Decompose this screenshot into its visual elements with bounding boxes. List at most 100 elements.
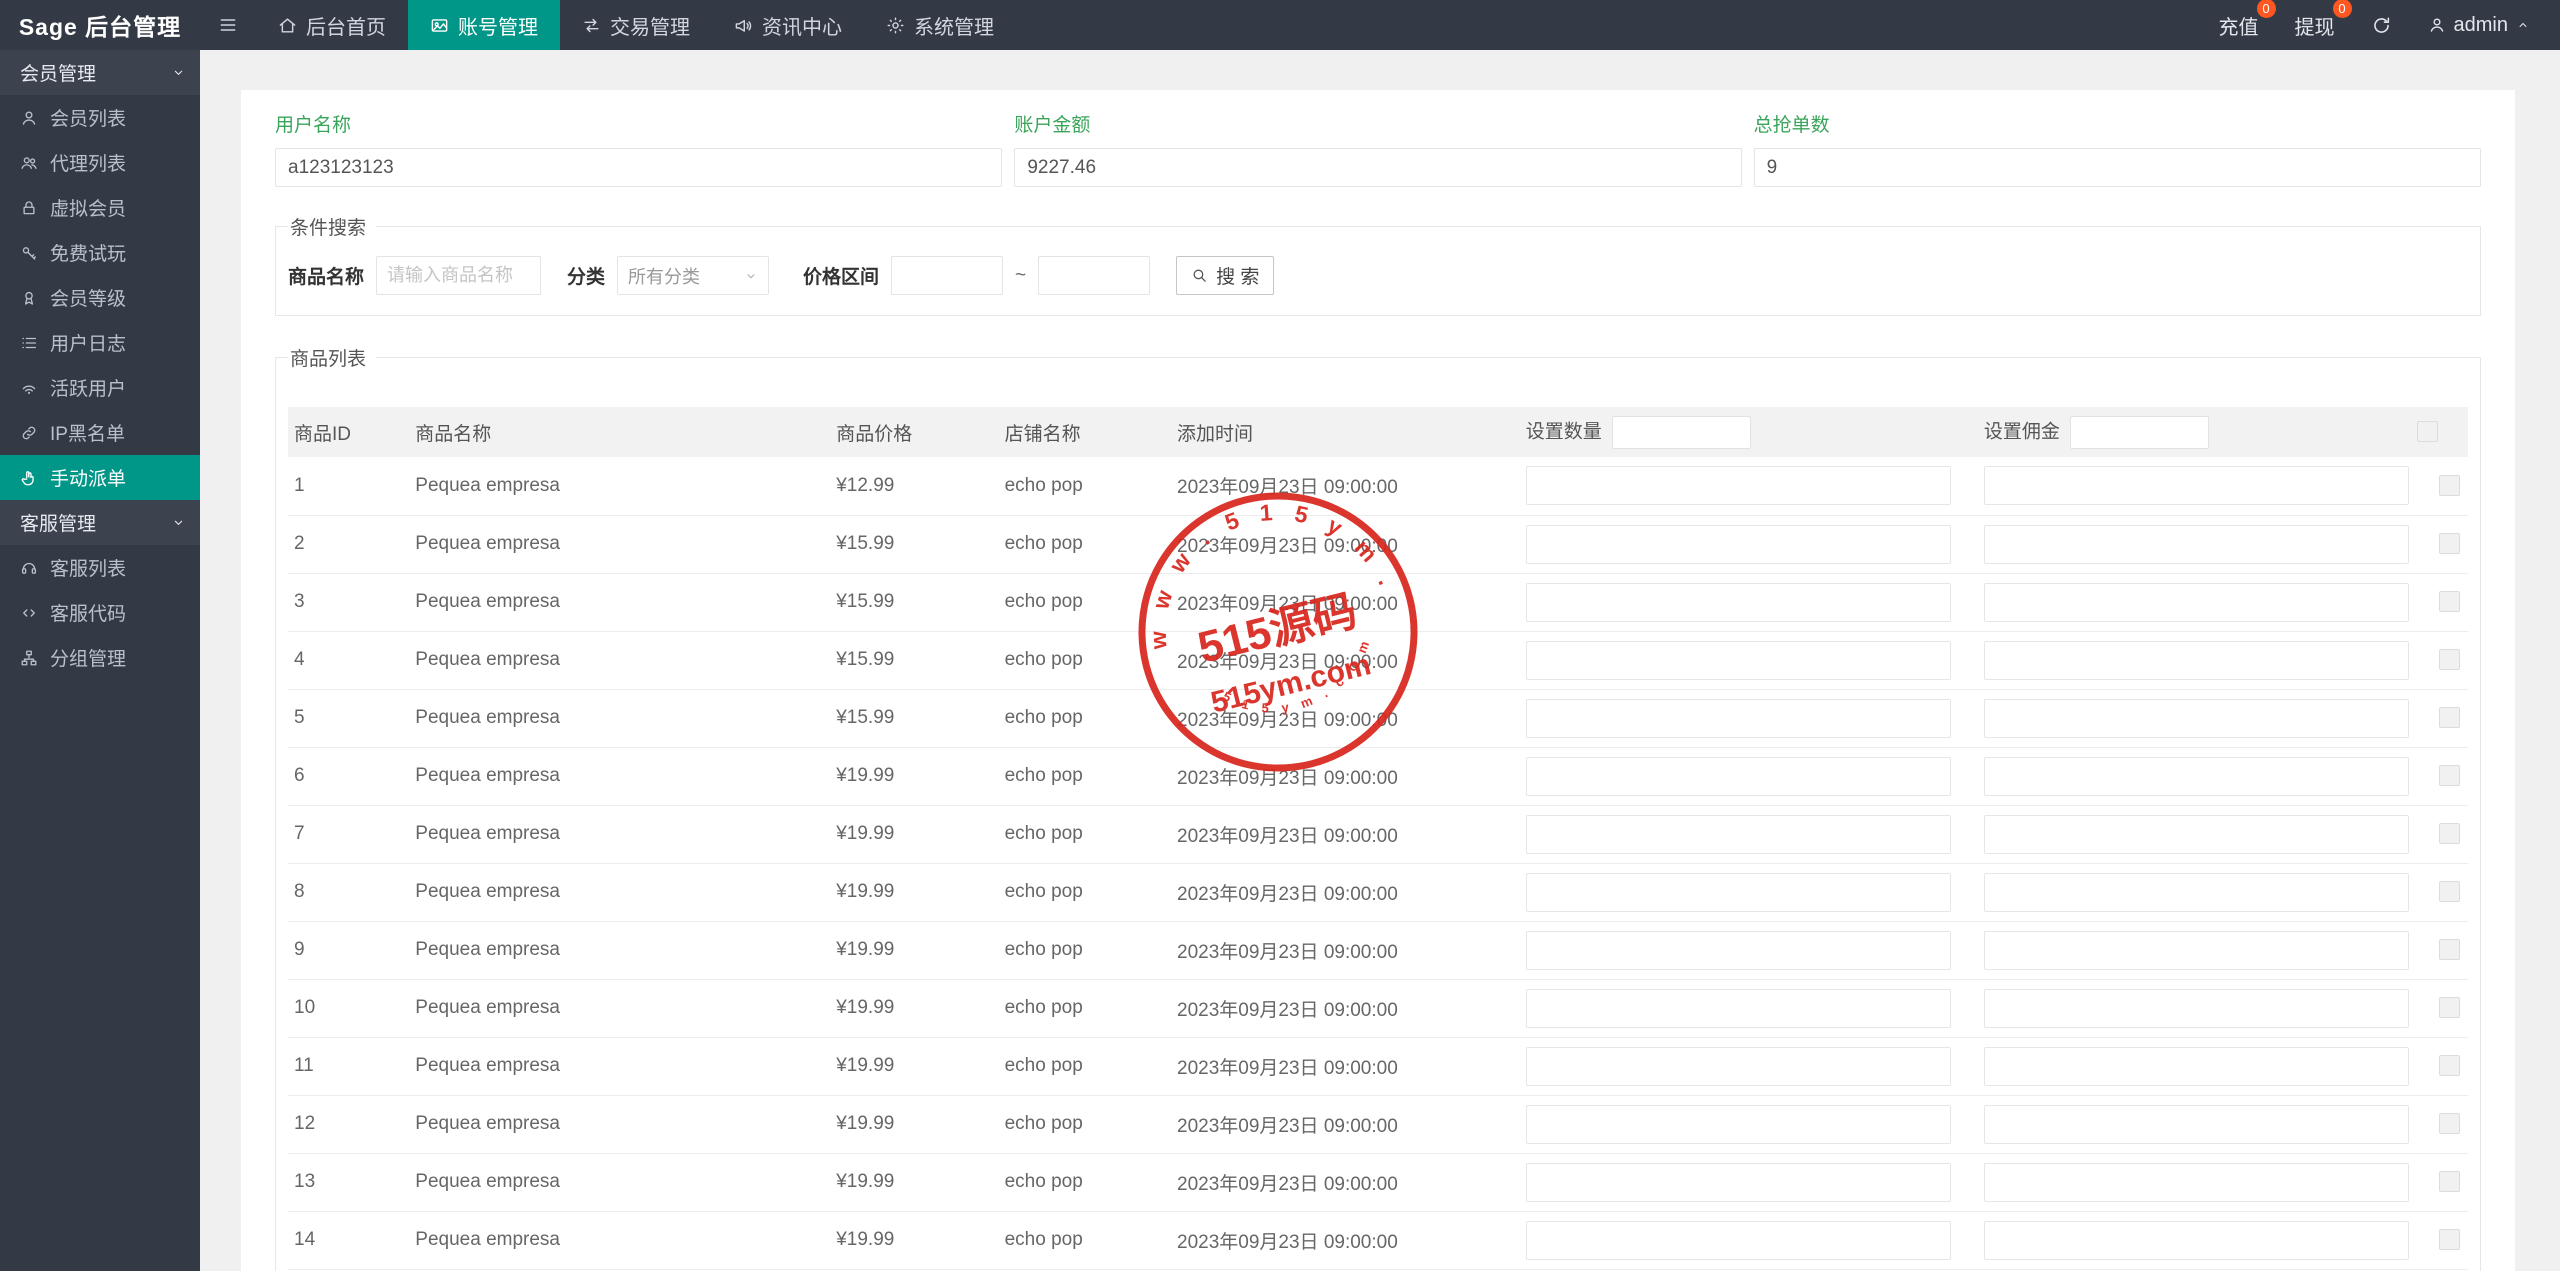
quantity-input[interactable] [1525, 814, 1951, 854]
topnav-item-4[interactable]: 资讯中心 [712, 0, 864, 50]
quantity-input[interactable] [1525, 872, 1951, 912]
person-icon [2430, 18, 2443, 32]
row-checkbox[interactable] [2439, 997, 2460, 1019]
product-name-input[interactable] [376, 256, 542, 295]
cell-add-time: 2023年09月23日 09:00:00 [1175, 515, 1524, 574]
sidebar-group-label: 会员管理 [20, 64, 97, 85]
row-checkbox[interactable] [2439, 533, 2460, 555]
sidebar-item-10[interactable]: 手动派单 [0, 455, 200, 500]
sidebar-item-7[interactable]: 用户日志 [0, 320, 200, 365]
recharge-button[interactable]: 充值 0 [2219, 0, 2276, 40]
username-input[interactable] [275, 148, 1003, 187]
quantity-input[interactable] [1525, 698, 1951, 738]
commission-input[interactable] [1983, 698, 2409, 738]
topnav-item-1[interactable]: 后台首页 [256, 0, 408, 50]
sidebar-item-4[interactable]: 虚拟会员 [0, 185, 200, 230]
user-menu[interactable]: admin [2428, 14, 2530, 37]
quantity-input[interactable] [1525, 930, 1951, 970]
category-caret-slot [744, 269, 758, 283]
quantity-input[interactable] [1525, 582, 1951, 622]
commission-input[interactable] [1983, 524, 2409, 564]
commission-input[interactable] [1983, 1104, 2409, 1144]
total-orders-input[interactable] [1753, 148, 2481, 187]
quantity-input[interactable] [1525, 1220, 1951, 1260]
quantity-input[interactable] [1525, 1104, 1951, 1144]
sidebar-item-6[interactable]: 会员等级 [0, 275, 200, 320]
quantity-input[interactable] [1525, 756, 1951, 796]
cell-add-time: 2023年09月23日 09:00:00 [1175, 1153, 1524, 1212]
cell-product-price: ¥12.99 [834, 457, 1003, 516]
row-checkbox[interactable] [2439, 649, 2460, 671]
col-shop-name: 店铺名称 [1002, 407, 1175, 457]
row-checkbox[interactable] [2439, 939, 2460, 961]
row-checkbox[interactable] [2439, 1229, 2460, 1251]
chevron-down-icon [747, 273, 755, 278]
search-button[interactable]: 搜 索 [1176, 256, 1275, 295]
row-checkbox[interactable] [2439, 591, 2460, 613]
menu-toggle-button[interactable] [200, 0, 256, 50]
sidebar-item-12[interactable]: 客服列表 [0, 545, 200, 590]
sidebar-item-14[interactable]: 分组管理 [0, 635, 200, 680]
sidebar-item-5[interactable]: 免费试玩 [0, 230, 200, 275]
commission-input[interactable] [1983, 872, 2409, 912]
commission-input[interactable] [1983, 582, 2409, 622]
row-checkbox[interactable] [2439, 707, 2460, 729]
quantity-input[interactable] [1525, 1046, 1951, 1086]
system-icon [887, 17, 904, 33]
commission-input[interactable] [1983, 930, 2409, 970]
row-checkbox[interactable] [2439, 1113, 2460, 1135]
link-icon [22, 426, 36, 439]
quantity-input[interactable] [1525, 988, 1951, 1028]
sidebar-item-3[interactable]: 代理列表 [0, 140, 200, 185]
row-checkbox[interactable] [2439, 765, 2460, 787]
product-row-5: 5 Pequea empresa ¥15.99 echo pop 2023年09月23日… [288, 689, 2468, 748]
topnav-item-5[interactable]: 系统管理 [864, 0, 1016, 50]
quantity-input[interactable] [1525, 466, 1951, 506]
set-commission-all-input[interactable] [2069, 415, 2209, 449]
refresh-button[interactable] [2371, 15, 2392, 36]
cell-product-name: Pequea empresa [413, 979, 835, 1038]
row-checkbox[interactable] [2439, 1055, 2460, 1077]
log-icon [22, 337, 37, 348]
sidebar-item-9[interactable]: IP黑名单 [0, 410, 200, 455]
commission-input[interactable] [1983, 814, 2409, 854]
select-all-checkbox[interactable] [2416, 421, 2438, 443]
quantity-input[interactable] [1525, 1162, 1951, 1202]
category-select[interactable]: 所有分类 [617, 256, 770, 295]
topnav-item-3[interactable]: 交易管理 [560, 0, 712, 50]
quantity-input[interactable] [1525, 524, 1951, 564]
row-checkbox[interactable] [2439, 823, 2460, 845]
sidebar-item-13[interactable]: 客服代码 [0, 590, 200, 635]
commission-input[interactable] [1983, 640, 2409, 680]
row-checkbox[interactable] [2439, 1171, 2460, 1193]
cell-product-name: Pequea empresa [413, 515, 835, 574]
price-max-input[interactable] [1038, 256, 1151, 295]
quantity-input[interactable] [1525, 640, 1951, 680]
product-row-8: 8 Pequea empresa ¥19.99 echo pop 2023年09月23日… [288, 863, 2468, 922]
field-username: 用户名称 [275, 110, 1003, 187]
row-checkbox[interactable] [2439, 881, 2460, 903]
headset-icon [21, 562, 37, 574]
commission-input[interactable] [1983, 466, 2409, 506]
cell-add-time: 2023年09月23日 09:00:00 [1175, 573, 1524, 632]
cell-add-time: 2023年09月23日 09:00:00 [1175, 1095, 1524, 1154]
commission-input[interactable] [1983, 756, 2409, 796]
commission-input[interactable] [1983, 1046, 2409, 1086]
price-min-input[interactable] [891, 256, 1004, 295]
sidebar-item-8[interactable]: 活跃用户 [0, 365, 200, 410]
sidebar-item-label: 客服列表 [50, 559, 127, 580]
commission-input[interactable] [1983, 1162, 2409, 1202]
commission-input[interactable] [1983, 1220, 2409, 1260]
account-amount-input[interactable] [1014, 148, 1742, 187]
withdraw-button[interactable]: 提现 0 [2295, 0, 2352, 40]
row-checkbox[interactable] [2439, 475, 2460, 497]
set-quantity-all-input[interactable] [1611, 415, 1751, 449]
sidebar-item-2[interactable]: 会员列表 [0, 95, 200, 140]
sidebar-item-label: 免费试玩 [50, 244, 127, 265]
sidebar-group-1[interactable]: 会员管理 [0, 50, 200, 95]
cell-product-name: Pequea empresa [413, 689, 835, 748]
commission-input[interactable] [1983, 988, 2409, 1028]
sidebar-group-11[interactable]: 客服管理 [0, 500, 200, 545]
topnav-item-2[interactable]: 账号管理 [408, 0, 560, 50]
cell-shop-name: echo pop [1002, 979, 1175, 1038]
